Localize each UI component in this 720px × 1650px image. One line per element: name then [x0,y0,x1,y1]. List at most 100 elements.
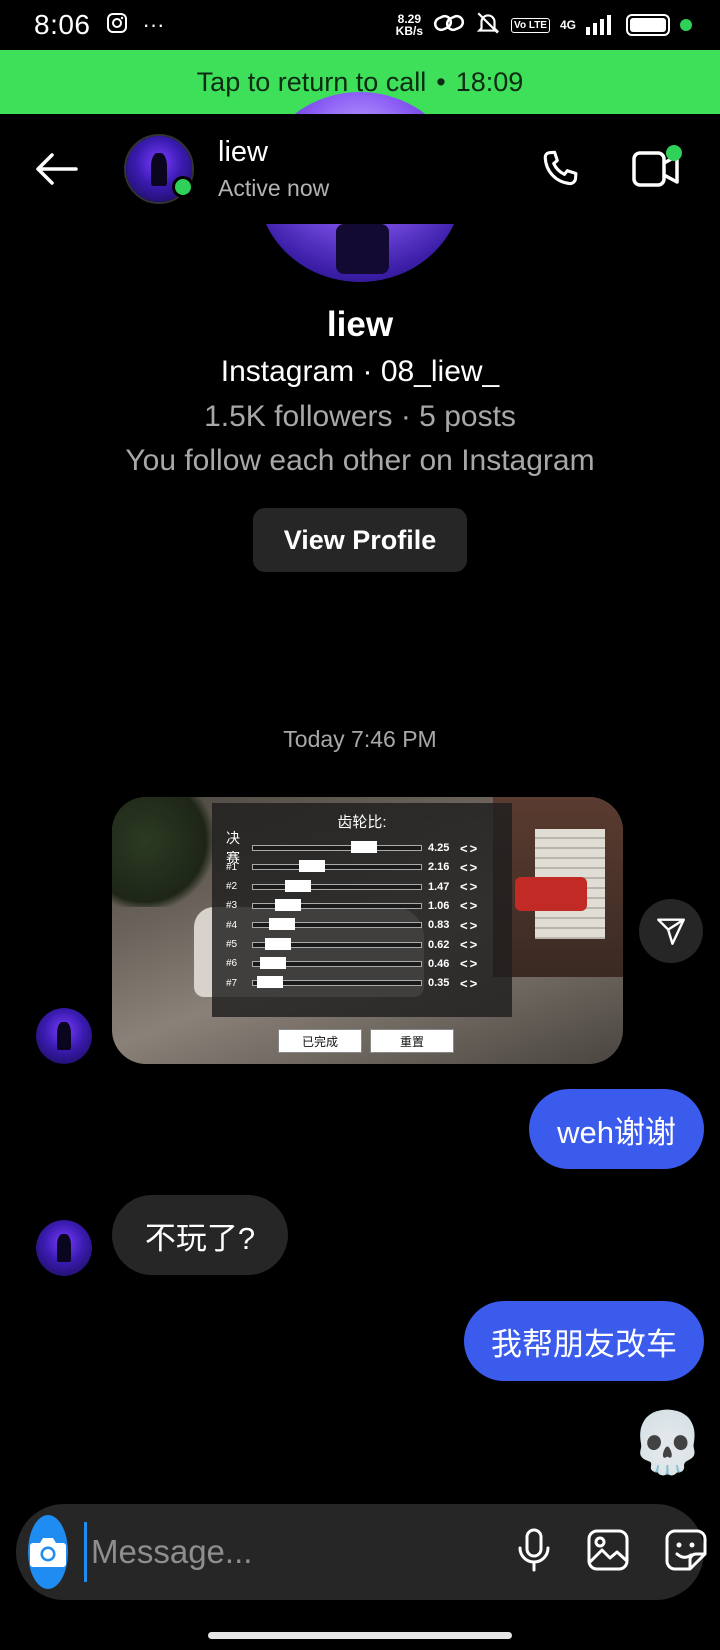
gear-arrows-icon: <> [460,975,480,991]
battery-icon [626,14,670,36]
gear-arrows-icon: <> [460,956,480,972]
sender-avatar[interactable] [36,1220,92,1276]
sender-avatar[interactable] [36,1008,92,1064]
profile-name: liew [326,305,394,344]
mute-bell-icon [475,10,501,41]
gear-value: 0.46 [428,957,450,970]
camera-icon [30,1538,66,1567]
gear-arrows-icon: <> [460,859,480,875]
message-bubble-sent[interactable]: weh谢谢 [529,1089,704,1169]
gear-value: 0.35 [428,977,450,990]
phone-icon [543,150,578,186]
profile-handle: Instagram · 08_liew_ [220,355,500,388]
gear-label: #7 [226,977,238,989]
header-username: liew [218,136,268,168]
call-duration: 18:09 [455,66,524,97]
signal-icon [586,11,616,40]
message-input[interactable] [84,1522,516,1582]
gear-row: #3 1.06 <> [212,897,512,915]
gear-slider [252,898,422,911]
microphone-icon [518,1528,550,1571]
gear-arrows-icon: <> [460,840,480,856]
gear-arrows-icon: <> [460,917,480,933]
microphone-button[interactable] [516,1528,552,1577]
message-timestamp: Today 7:46 PM [283,726,437,752]
gear-ratio-panel: 齿轮比: 决赛 4.25 <> #1 2.16 <> #2 1.47 <> #3 1.06 <> #4 0… [212,803,512,1017]
back-button[interactable] [26,139,86,199]
home-indicator[interactable] [208,1632,512,1639]
gear-slider [252,841,422,853]
scene-trees [112,797,222,907]
instagram-notification-icon [105,11,129,40]
sticker-button[interactable] [664,1528,708,1577]
gear-slider [252,918,422,931]
camera-button[interactable] [28,1515,68,1589]
call-banner-separator: • [436,66,446,97]
online-indicator [172,176,194,198]
volte-badge: Vo LTE [511,17,550,33]
gear-row: #4 0.83 <> [212,916,512,934]
header-avatar[interactable] [124,134,194,204]
gear-value: 2.16 [428,861,450,874]
gear-slider [252,860,422,873]
video-active-dot [666,145,682,161]
video-call-button[interactable] [628,141,684,197]
gear-label: #3 [226,900,238,912]
more-notifications-icon: ··· [142,12,165,37]
gear-slider [252,937,422,950]
gallery-button[interactable] [586,1528,630,1577]
link-icon [433,11,465,40]
gear-value: 1.06 [428,899,450,912]
share-button[interactable] [639,899,703,963]
sticker-icon [665,1529,707,1570]
header-active-status: Active now [218,175,330,201]
gear-arrows-icon: <> [460,937,480,952]
status-bar: 8:06 ··· 8.29 KB/s Vo LTE 4G [0,0,720,50]
gear-slider-knob [285,879,311,892]
header-user-info[interactable]: liew Active now [218,136,329,202]
gear-value: 0.83 [428,919,450,932]
gear-slider-knob [265,937,291,950]
gear-panel-title: 齿轮比: [337,814,387,831]
gear-row: #5 0.62 <> [212,936,512,954]
status-time: 8:06 [34,9,91,40]
gear-slider-knob [275,898,301,911]
audio-call-button[interactable] [532,141,588,197]
gear-slider-knob [260,956,286,969]
image-message[interactable]: 齿轮比: 决赛 4.25 <> #1 2.16 <> #2 1.47 <> #3 1.06 <> #4 0… [112,797,623,1064]
gear-value: 4.25 [428,842,450,854]
chat-header: liew Active now [0,114,720,224]
gear-label: #2 [226,881,238,893]
gear-slider-knob [299,860,325,873]
gear-row: #2 1.47 <> [212,878,512,896]
gear-row: #1 2.16 <> [212,858,512,876]
gear-arrows-icon: <> [460,879,480,895]
gear-slider-knob [351,841,377,853]
reset-button: 重置 [370,1029,454,1053]
gear-slider-knob [269,918,295,931]
gear-label: #4 [226,919,238,931]
gear-value: 0.62 [428,938,450,951]
profile-mutual-follow: You follow each other on Instagram [125,444,595,477]
gear-label: #1 [226,861,238,873]
image-icon [587,1529,629,1570]
profile-stats: 1.5K followers · 5 posts [204,400,516,433]
call-banner-text: Tap to return to call [196,66,427,97]
view-profile-button[interactable]: View Profile [253,508,467,572]
gear-slider [252,956,422,969]
scene-tow-truck [515,877,587,911]
privacy-indicator-icon [680,19,692,31]
message-bubble-received[interactable]: 不玩了? [112,1195,288,1275]
send-icon [657,918,685,945]
gear-arrows-icon: <> [460,898,480,914]
message-bubble-sent[interactable]: 我帮朋友改车 [464,1301,704,1381]
message-composer [16,1504,707,1600]
gear-row: 决赛 4.25 <> [212,830,512,866]
gear-slider [252,976,422,989]
gear-label: #5 [226,939,238,950]
network-type: 4G [559,18,576,32]
net-speed: 8.29 KB/s [395,12,424,38]
skull-emoji-message[interactable]: 💀 [630,1413,705,1473]
done-button: 已完成 [278,1029,362,1053]
gear-row: #6 0.46 <> [212,955,512,973]
